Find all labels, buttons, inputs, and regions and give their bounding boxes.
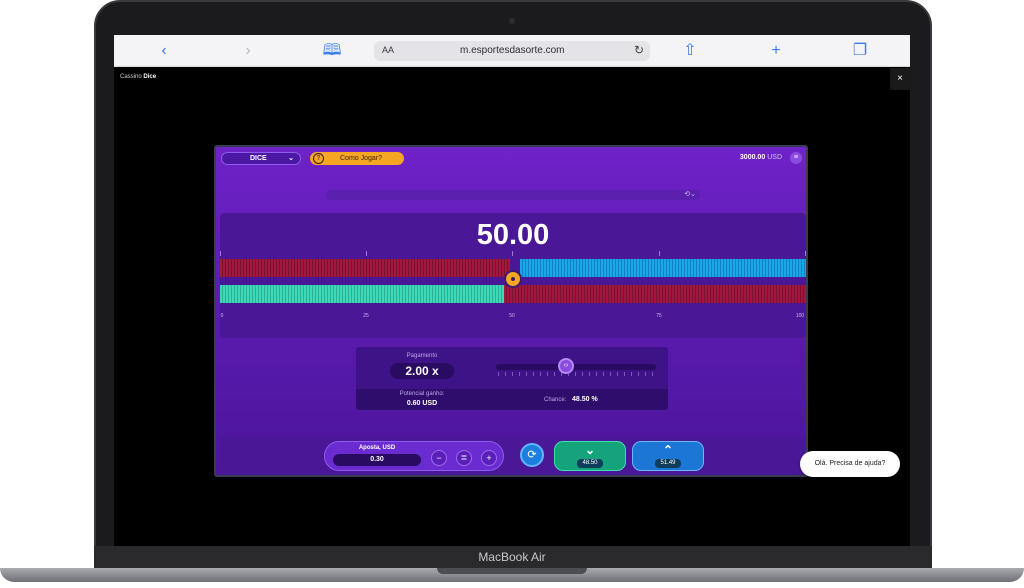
potential-win-value: 0.60 USD <box>406 400 438 407</box>
increase-bet-button[interactable]: + <box>481 450 497 466</box>
game-header: DICE ⌄ ? Como Jogar? 3000.00 USD ≡ <box>216 147 806 169</box>
roll-panel: 50.00 0 25 50 75 100 <box>220 213 806 338</box>
forward-icon[interactable]: › <box>238 41 258 61</box>
payout-stats: Potencial ganho: 0.60 USD Chance: 48.50 … <box>356 389 668 410</box>
decrease-bet-button[interactable]: − <box>431 450 447 466</box>
share-icon[interactable]: ⇧ <box>680 41 700 61</box>
scale-label: 0 <box>220 313 224 319</box>
under-win-bar <box>220 285 504 303</box>
tabs-icon[interactable]: ❐ <box>850 41 870 61</box>
page-header: Cassino Dice × <box>114 68 910 90</box>
chance-label: Chance: <box>544 397 567 403</box>
tick <box>805 251 806 256</box>
breadcrumb-dice: Dice <box>143 74 157 80</box>
chance-value: 48.50 % <box>572 396 598 403</box>
scale-label: 50 <box>509 313 515 319</box>
device-brand: MacBook Air <box>478 550 546 564</box>
help-chat-bubble[interactable]: Olá. Precisa de ajuda? <box>800 451 900 477</box>
url-text: m.esportesdasorte.com <box>460 45 565 56</box>
tick <box>659 251 660 256</box>
screen: ‹ › 🕮 AA m.esportesdasorte.com ↻ ⇧ + ❐ C… <box>114 35 910 546</box>
potential-win-label: Potencial ganho: <box>399 391 445 397</box>
payout-slider-knob[interactable]: ‹› <box>558 358 574 374</box>
roll-under-button[interactable]: ⌄ 48.50 <box>554 441 626 471</box>
history-bar: ⟲⌄ <box>326 190 700 200</box>
new-tab-icon[interactable]: + <box>766 41 786 61</box>
menu-icon[interactable]: ≡ <box>790 152 802 164</box>
breadcrumb: Cassino Dice <box>120 74 156 80</box>
question-icon: ? <box>313 153 324 164</box>
tick <box>512 251 513 256</box>
balance: 3000.00 USD <box>740 154 782 161</box>
address-bar[interactable]: AA m.esportesdasorte.com ↻ <box>374 41 650 61</box>
roll-slider-handle[interactable] <box>504 270 522 288</box>
tick <box>220 251 221 256</box>
bet-input[interactable]: 0.30 <box>333 454 421 466</box>
bet-label: Aposta, USD <box>358 445 396 451</box>
breadcrumb-casino[interactable]: Cassino <box>120 74 142 80</box>
payout-slider-track[interactable] <box>496 364 656 370</box>
balance-value: 3000.00 <box>739 154 766 161</box>
chevron-down-icon: ⌄ <box>584 443 596 457</box>
under-lose-bar <box>220 259 510 277</box>
how-to-play-label: Como Jogar? <box>340 155 383 162</box>
coins-button[interactable]: ≣ <box>456 450 472 466</box>
bet-control: Aposta, USD 0.30 − ≣ + <box>324 441 504 471</box>
payout-slider-ticks <box>498 372 656 376</box>
text-size-button[interactable]: AA <box>382 45 394 55</box>
bookmarks-icon[interactable]: 🕮 <box>322 41 342 61</box>
roll-target-value: 50.00 <box>476 219 550 251</box>
scale-ticks <box>220 251 806 259</box>
dice-game: DICE ⌄ ? Como Jogar? 3000.00 USD ≡ ⟲⌄ 50.… <box>214 145 808 477</box>
chevron-down-icon: ⌄ <box>288 155 294 162</box>
close-button[interactable]: × <box>890 68 910 90</box>
bet-footer: Aposta, USD 0.30 − ≣ + ⟳ ⌄ 48.50 ⌃ 51.49 <box>220 437 806 475</box>
back-icon[interactable]: ‹ <box>154 41 174 61</box>
laptop-base: MacBook Air <box>0 546 1024 588</box>
multiplier-label: Pagamento <box>406 353 438 359</box>
over-win-bar <box>520 259 806 277</box>
autoplay-button[interactable]: ⟳ <box>520 443 544 467</box>
tick <box>366 251 367 256</box>
roll-over-value: 51.49 <box>655 459 681 468</box>
roll-over-button[interactable]: ⌃ 51.49 <box>632 441 704 471</box>
scale-labels: 0 25 50 75 100 <box>220 313 806 323</box>
browser-toolbar: ‹ › 🕮 AA m.esportesdasorte.com ↻ ⇧ + ❐ <box>114 35 910 67</box>
scale-label: 75 <box>656 313 662 319</box>
game-selector-label: DICE <box>250 155 267 162</box>
reload-icon[interactable]: ↻ <box>634 43 644 57</box>
multiplier-input[interactable]: 2.00 x <box>390 363 454 379</box>
roll-under-value: 48.50 <box>577 459 603 468</box>
how-to-play-button[interactable]: ? Como Jogar? <box>310 152 404 165</box>
chance: Chance: 48.50 % <box>544 396 598 403</box>
over-lose-bar <box>504 285 806 303</box>
scale-label: 25 <box>363 313 369 319</box>
game-selector[interactable]: DICE ⌄ <box>221 152 301 165</box>
scale-label: 100 <box>795 313 805 319</box>
opening-notch <box>437 568 587 574</box>
camera <box>509 18 515 24</box>
history-toggle-icon[interactable]: ⟲⌄ <box>684 190 696 198</box>
laptop-frame: ‹ › 🕮 AA m.esportesdasorte.com ↻ ⇧ + ❐ C… <box>0 0 1024 588</box>
balance-currency: USD <box>767 154 782 161</box>
chevron-up-icon: ⌃ <box>662 443 674 457</box>
payout-panel: Pagamento 2.00 x ‹› Potencial ganho: 0.6… <box>356 347 668 410</box>
